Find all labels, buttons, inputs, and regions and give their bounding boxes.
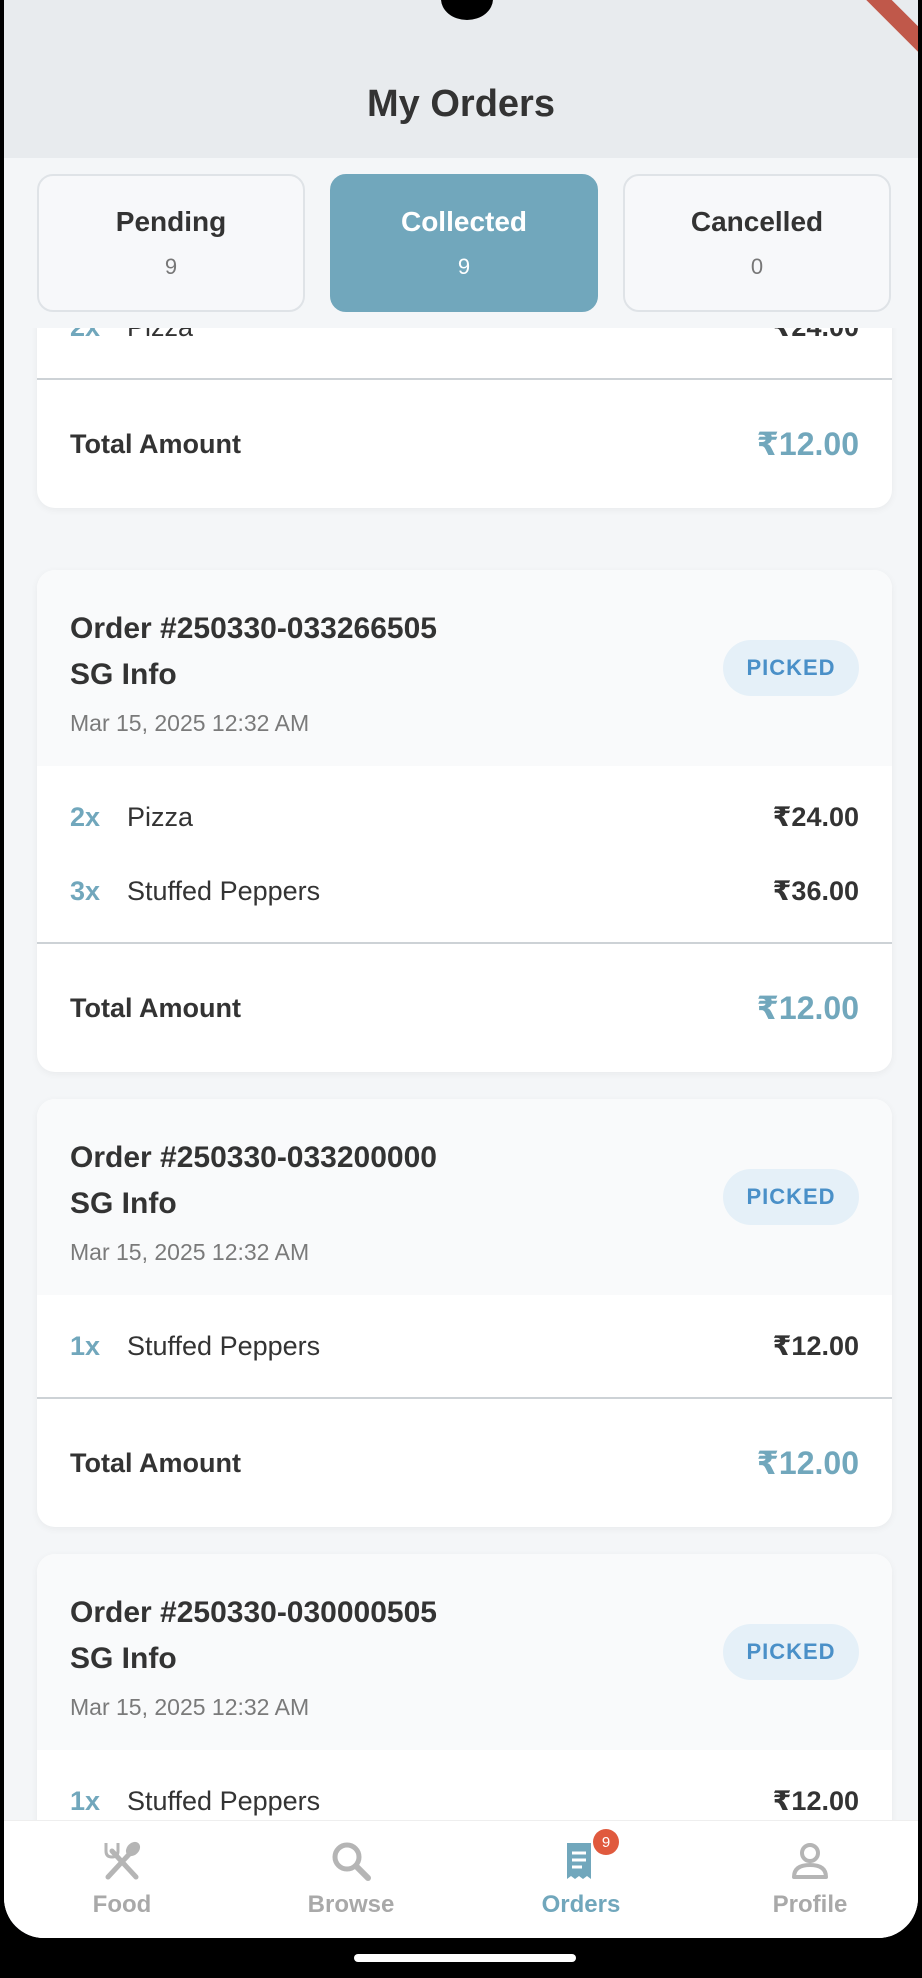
tab-pending[interactable]: Pending 9 [37,174,305,312]
fork-spoon-icon [100,1837,144,1885]
search-icon [329,1837,373,1885]
order-card[interactable]: 2x Pizza ₹24.00 Total Amount ₹12.00 [37,328,892,508]
tab-count: 0 [750,254,764,279]
item-price: ₹12.00 [772,1785,859,1816]
total-row: Total Amount ₹12.00 [37,380,892,508]
receipt-icon: 9 [559,1829,619,1885]
total-label: Total Amount [70,992,241,1023]
order-item-row: 3x Stuffed Peppers ₹36.00 [37,854,892,928]
item-qty: 2x [70,328,127,343]
order-header: Order #250330-030000505 SG Info Mar 15, … [37,1554,892,1750]
order-item-row: 1x Stuffed Peppers ₹12.00 [37,1764,892,1820]
tab-label: Collected [400,206,528,237]
order-date: Mar 15, 2025 12:32 AM [70,1239,310,1265]
tab-collected[interactable]: Collected 9 [330,174,598,312]
order-item-row: 2x Pizza ₹24.00 [37,328,892,364]
item-qty: 2x [70,801,101,832]
tab-label: Pending [115,206,227,237]
status-badge: PICKED [723,1169,859,1225]
order-item-row: 1x Stuffed Peppers ₹12.00 [37,1309,892,1383]
order-header: Order #250330-033266505 SG Info Mar 15, … [37,570,892,766]
tab-count: 9 [457,254,471,279]
person-icon [788,1837,832,1885]
order-card[interactable]: Order #250330-030000505 SG Info Mar 15, … [37,1554,892,1820]
status-badge: PICKED [723,1624,859,1680]
app-bar: My Orders [4,0,918,158]
order-card[interactable]: Order #250330-033266505 SG Info Mar 15, … [37,570,892,1072]
item-name: Stuffed Peppers [127,1330,321,1361]
nav-item-food[interactable]: Food [32,1837,212,1919]
tab-count: 9 [164,254,178,279]
order-item-row: 2x Pizza ₹24.00 [37,780,892,854]
item-price: ₹24.00 [772,801,859,832]
page-title: My Orders [367,83,555,125]
item-name: Pizza [127,328,773,343]
status-badge: PICKED [723,640,859,696]
item-price: ₹12.00 [772,1330,859,1361]
orders-list[interactable]: 2x Pizza ₹24.00 Total Amount ₹12.00 Orde… [4,328,918,1820]
item-name: Stuffed Peppers [127,875,321,906]
item-name: Stuffed Peppers [127,1785,321,1816]
total-row: Total Amount ₹12.00 [37,944,892,1072]
total-value: ₹12.00 [756,990,859,1026]
nav-label: Profile [772,1891,848,1918]
bottom-navigation: Food Browse 9 Orders Profile [4,1820,918,1938]
total-label: Total Amount [70,1447,241,1478]
item-name: Pizza [127,801,194,832]
home-indicator[interactable] [354,1954,576,1962]
status-tabs: Pending 9 Collected 9 Cancelled 0 [4,158,918,328]
order-date: Mar 15, 2025 12:32 AM [70,1694,310,1720]
total-label: Total Amount [70,428,241,459]
tab-label: Cancelled [690,206,824,237]
order-card[interactable]: Order #250330-033200000 SG Info Mar 15, … [37,1099,892,1527]
nav-label: Browse [307,1891,395,1918]
nav-item-browse[interactable]: Browse [261,1837,441,1919]
nav-item-profile[interactable]: Profile [720,1837,900,1919]
item-price: ₹24.00 [773,328,859,343]
item-price: ₹36.00 [772,875,859,906]
item-qty: 1x [70,1785,101,1816]
order-date: Mar 15, 2025 12:32 AM [70,710,310,736]
nav-label: Food [92,1891,152,1918]
nav-label: Orders [541,1891,621,1918]
total-value: ₹12.00 [756,426,859,462]
total-value: ₹12.00 [756,1445,859,1481]
item-qty: 1x [70,1330,101,1361]
order-header: Order #250330-033200000 SG Info Mar 15, … [37,1099,892,1295]
tab-cancelled[interactable]: Cancelled 0 [623,174,891,312]
orders-count-badge: 9 [593,1829,619,1855]
item-qty: 3x [70,875,101,906]
total-row: Total Amount ₹12.00 [37,1399,892,1527]
phone-screen: My Orders Pending 9 Collected 9 Cancelle… [4,0,918,1938]
nav-item-orders[interactable]: 9 Orders [491,1829,671,1919]
